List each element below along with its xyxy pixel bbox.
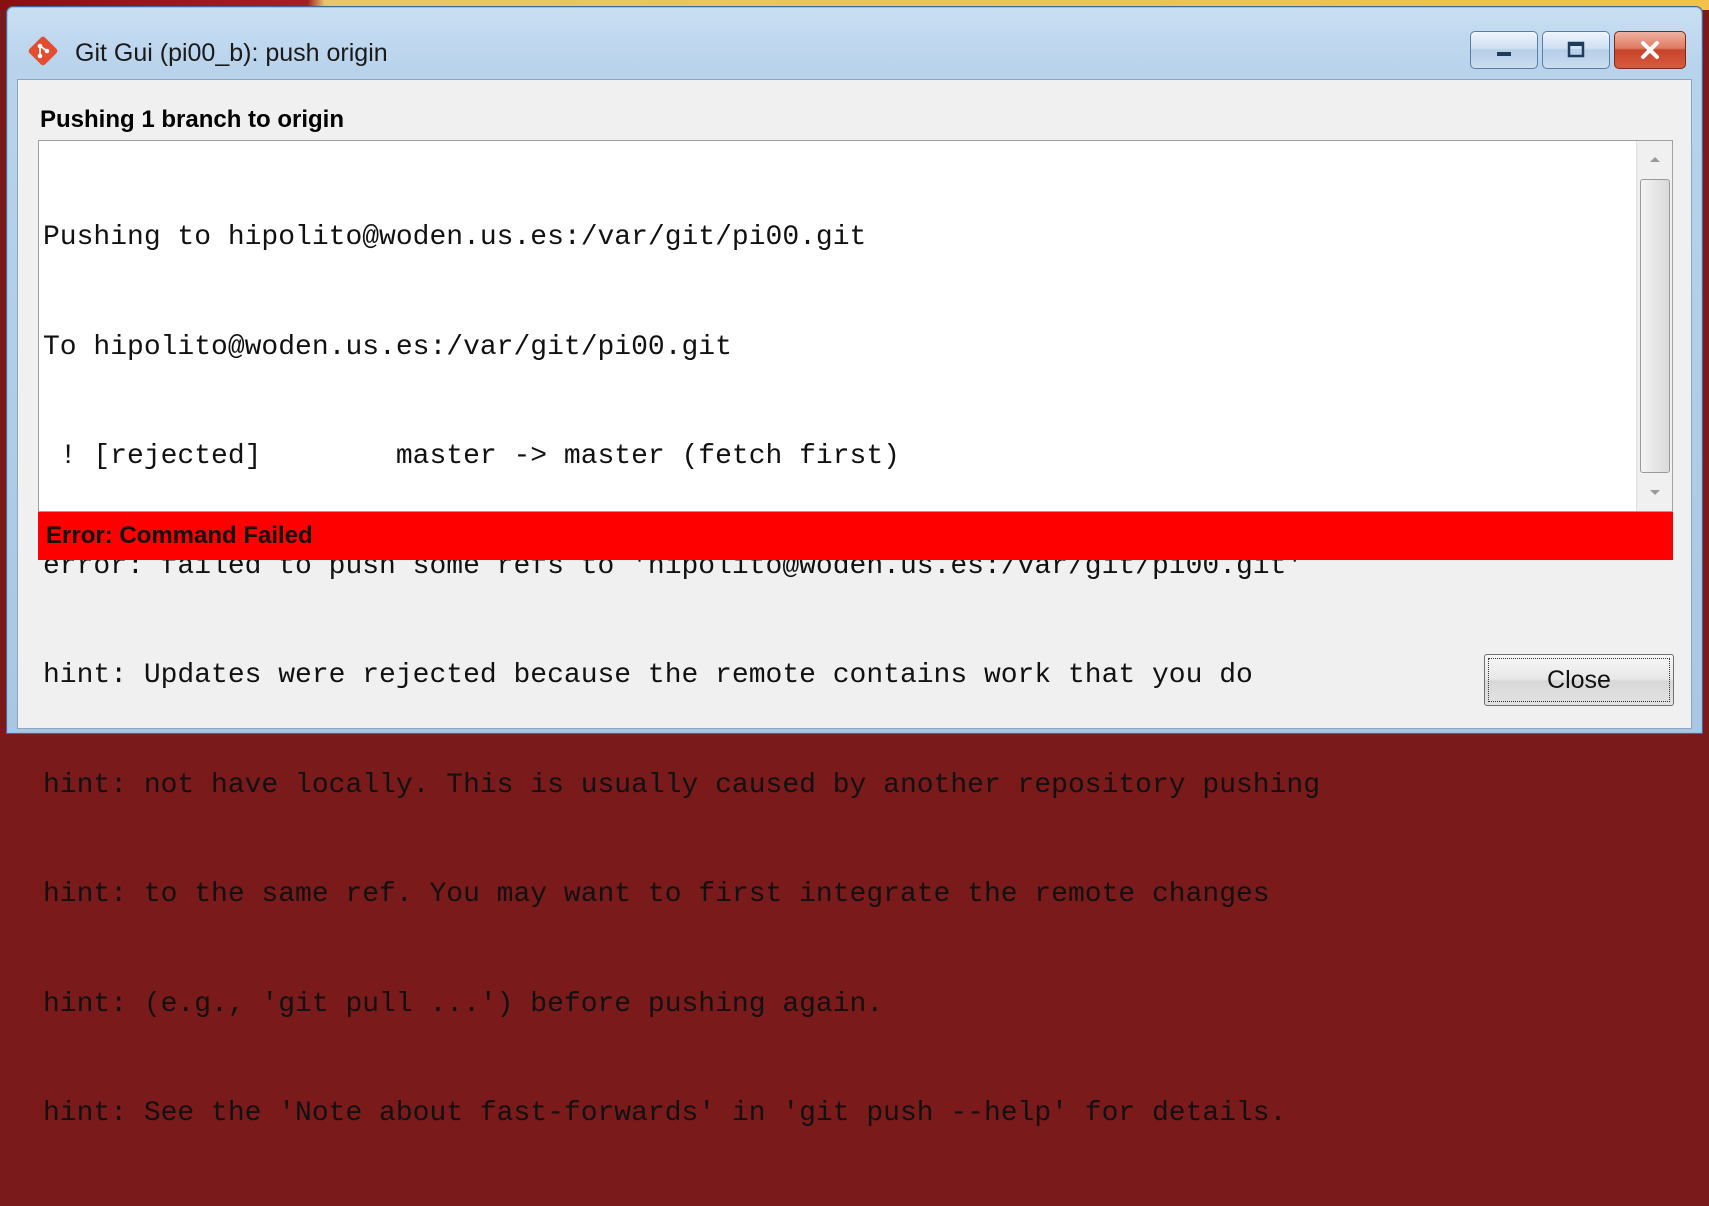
dialog-client-area: Pushing 1 branch to origin Pushing to hi… — [17, 79, 1692, 1129]
log-line: hint: Updates were rejected because the … — [43, 660, 1253, 691]
window-title: Git Gui (pi00_b): push origin — [75, 39, 388, 67]
git-diamond-icon — [28, 36, 58, 66]
scroll-down-button[interactable] — [1637, 475, 1673, 511]
maximize-button[interactable] — [1542, 31, 1610, 69]
log-line: hint: to the same ref. You may want to f… — [43, 879, 1270, 910]
minimize-button[interactable] — [1470, 31, 1538, 69]
log-line: hint: (e.g., 'git pull ...') before push… — [43, 988, 884, 1020]
scrollbar-thumb[interactable] — [1640, 179, 1670, 473]
push-dialog-window: Git Gui (pi00_b): push origin Pushing 1 … — [6, 6, 1703, 1129]
log-line: hint: not have locally. This is usually … — [43, 769, 1321, 801]
maximize-icon — [1567, 41, 1585, 58]
status-error-bar: Error: Command Failed — [38, 512, 1673, 560]
chevron-up-icon — [1650, 157, 1660, 162]
status-error-text: Error: Command Failed — [46, 522, 313, 549]
log-line: Pushing to hipolito@woden.us.es:/var/git… — [43, 222, 867, 253]
chevron-down-icon — [1650, 490, 1660, 495]
log-line: To hipolito@woden.us.es:/var/git/pi00.gi… — [43, 331, 732, 363]
close-icon — [1641, 41, 1659, 59]
vertical-scrollbar[interactable] — [1636, 141, 1672, 511]
title-bar[interactable]: Git Gui (pi00_b): push origin — [7, 7, 1702, 79]
caption-buttons — [1470, 31, 1686, 71]
scroll-up-button[interactable] — [1637, 141, 1673, 177]
push-heading: Pushing 1 branch to origin — [40, 106, 345, 133]
close-button[interactable]: Close — [1484, 654, 1674, 706]
close-window-button[interactable] — [1614, 31, 1686, 69]
log-line: ! [rejected] master -> master (fetch fir… — [43, 441, 900, 472]
output-log-text: Pushing to hipolito@woden.us.es:/var/git… — [43, 147, 1633, 1206]
log-line: hint: See the 'Note about fast-forwards'… — [43, 1098, 1287, 1129]
output-log[interactable]: Pushing to hipolito@woden.us.es:/var/git… — [38, 140, 1673, 1129]
minimize-icon — [1497, 52, 1511, 56]
